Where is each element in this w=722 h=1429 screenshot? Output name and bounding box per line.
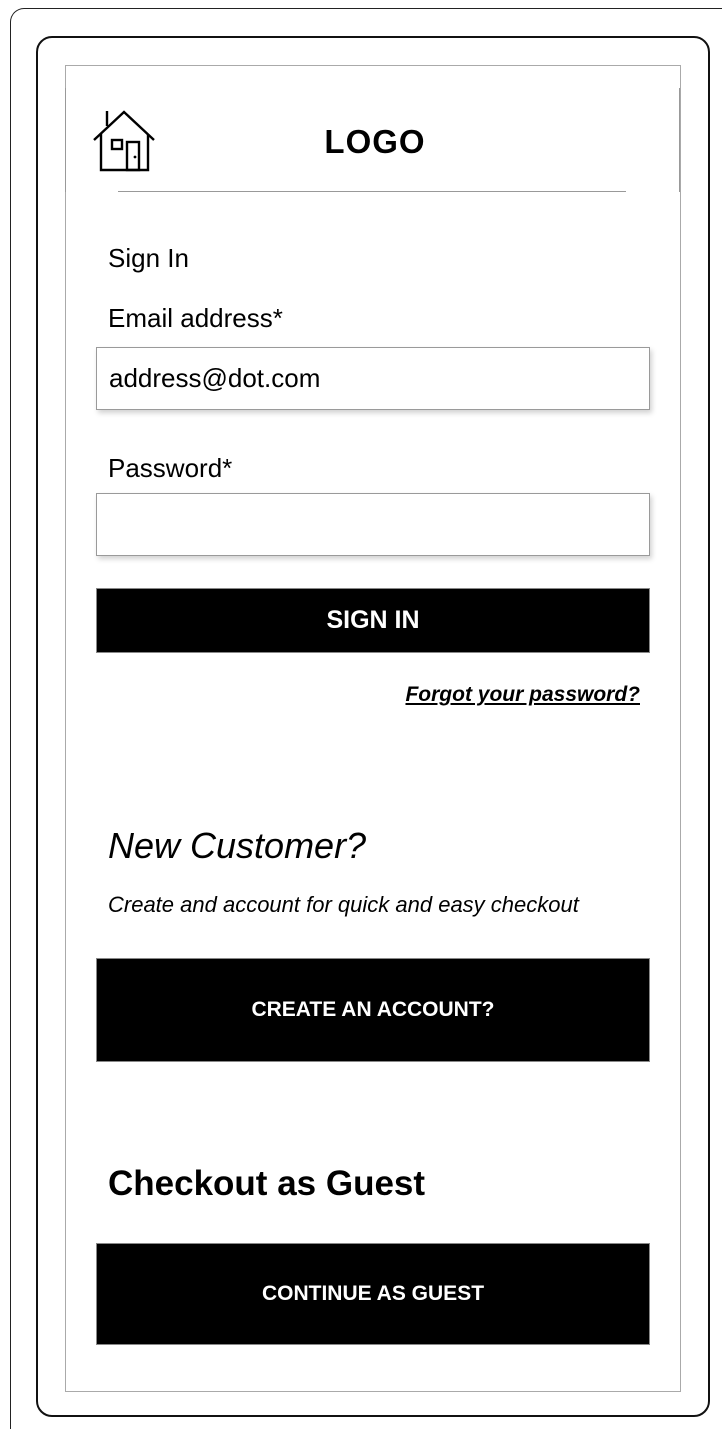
header-divider — [118, 191, 626, 192]
forgot-password-link[interactable]: Forgot your password? — [405, 680, 640, 710]
logo: LOGO — [324, 123, 426, 160]
new-customer-heading: New Customer? — [108, 825, 367, 866]
password-field[interactable] — [96, 493, 650, 556]
new-customer-description: Create and account for quick and easy ch… — [108, 892, 579, 917]
sign-in-button[interactable]: SIGN IN — [96, 588, 650, 653]
email-field[interactable] — [96, 347, 650, 410]
create-account-button[interactable]: CREATE AN ACCOUNT? — [96, 958, 650, 1062]
header-divider-right — [679, 88, 680, 192]
header-divider-left — [65, 88, 66, 192]
home-icon[interactable] — [90, 104, 158, 172]
password-label: Password* — [108, 453, 233, 483]
sign-in-heading: Sign In — [108, 243, 189, 273]
continue-as-guest-button[interactable]: CONTINUE AS GUEST — [96, 1243, 650, 1345]
guest-checkout-heading: Checkout as Guest — [108, 1164, 426, 1203]
email-label: Email address* — [108, 303, 283, 333]
